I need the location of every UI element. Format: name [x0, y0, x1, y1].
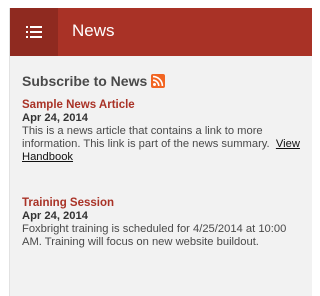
- article-summary-text: This is a news article that contains a l…: [22, 125, 270, 150]
- article-summary: This is a news article that contains a l…: [22, 125, 304, 164]
- rss-feed-icon[interactable]: [151, 74, 166, 88]
- article-summary: Foxbright training is scheduled for 4/25…: [22, 223, 287, 248]
- page-frame: News Subscribe to News Sample News Artic…: [0, 0, 312, 296]
- menu-button[interactable]: [10, 8, 58, 56]
- hamburger-menu-icon: [26, 26, 42, 38]
- news-article: Sample News Article Apr 24, 2014 This is…: [22, 99, 304, 164]
- subscribe-label: Subscribe to News: [22, 73, 148, 89]
- news-panel: News Subscribe to News Sample News Artic…: [9, 8, 312, 296]
- article-title-link[interactable]: Training Session: [22, 197, 304, 210]
- news-header: News: [10, 8, 312, 56]
- header-title: News: [72, 21, 115, 40]
- article-date: Apr 24, 2014: [22, 112, 88, 124]
- news-article: Training Session Apr 24, 2014 Foxbright …: [22, 197, 304, 249]
- article-title-link[interactable]: Sample News Article: [22, 99, 304, 112]
- subscribe-to-news-link[interactable]: Subscribe to News: [22, 73, 166, 89]
- article-date: Apr 24, 2014: [22, 210, 88, 222]
